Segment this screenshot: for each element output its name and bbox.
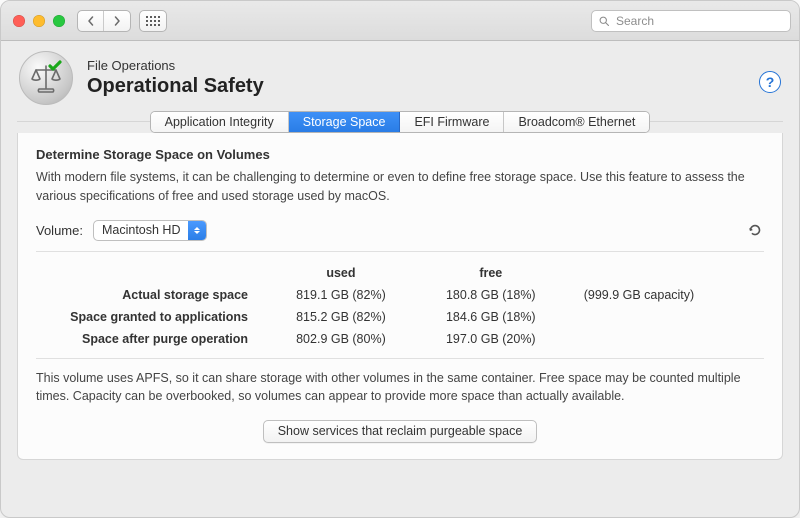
pane-titles: File Operations Operational Safety — [87, 58, 264, 98]
pane-subtitle: File Operations — [87, 58, 264, 73]
volume-selected: Macintosh HD — [94, 223, 189, 237]
volume-row: Volume: Macintosh HD — [36, 220, 764, 241]
help-button[interactable]: ? — [759, 71, 781, 93]
minimize-button[interactable] — [33, 15, 45, 27]
table-row: Space after purge operation 802.9 GB (80… — [36, 328, 764, 350]
tab-efi-firmware[interactable]: EFI Firmware — [400, 112, 504, 132]
row-free: 197.0 GB (20%) — [416, 328, 566, 350]
row-used: 802.9 GB (80%) — [266, 328, 416, 350]
grid-icon — [146, 16, 160, 26]
volume-label: Volume: — [36, 223, 83, 238]
tab-storage-space[interactable]: Storage Space — [289, 112, 401, 132]
chevron-right-icon — [112, 16, 122, 26]
separator — [36, 251, 764, 252]
forward-button[interactable] — [104, 11, 130, 31]
row-used: 819.1 GB (82%) — [266, 284, 416, 306]
tabs: Application Integrity Storage Space EFI … — [1, 111, 799, 133]
traffic-lights — [13, 15, 65, 27]
col-used-header: used — [266, 262, 416, 284]
volume-select[interactable]: Macintosh HD — [93, 220, 208, 241]
nav-back-forward — [77, 10, 131, 32]
show-purge-services-button[interactable]: Show services that reclaim purgeable spa… — [263, 420, 538, 443]
row-free: 180.8 GB (18%) — [416, 284, 566, 306]
button-label: Show services that reclaim purgeable spa… — [278, 424, 523, 438]
chevron-left-icon — [86, 16, 96, 26]
table-row: Space granted to applications 815.2 GB (… — [36, 306, 764, 328]
refresh-icon — [747, 222, 763, 238]
close-button[interactable] — [13, 15, 25, 27]
pane-header: File Operations Operational Safety ? — [1, 41, 799, 111]
content-panel: Determine Storage Space on Volumes With … — [17, 133, 783, 460]
search-icon — [598, 15, 610, 27]
table-row: Actual storage space 819.1 GB (82%) 180.… — [36, 284, 764, 306]
back-button[interactable] — [78, 11, 104, 31]
tab-label: Storage Space — [303, 115, 386, 129]
apfs-note: This volume uses APFS, so it can share s… — [36, 369, 764, 407]
section-description: With modern file systems, it can be chal… — [36, 168, 764, 206]
row-label: Space granted to applications — [36, 306, 266, 328]
row-capacity — [566, 306, 764, 328]
section-title: Determine Storage Space on Volumes — [36, 147, 764, 162]
tab-label: Application Integrity — [165, 115, 274, 129]
show-all-button[interactable] — [139, 10, 167, 32]
pane-title: Operational Safety — [87, 75, 264, 98]
scales-check-icon — [26, 58, 66, 98]
refresh-button[interactable] — [746, 221, 764, 239]
row-label: Actual storage space — [36, 284, 266, 306]
search-input[interactable] — [614, 13, 784, 29]
storage-table: used free Actual storage space 819.1 GB … — [36, 262, 764, 350]
col-free-header: free — [416, 262, 566, 284]
row-capacity — [566, 328, 764, 350]
window-toolbar — [1, 1, 799, 41]
pane-icon — [19, 51, 73, 105]
tab-application-integrity[interactable]: Application Integrity — [151, 112, 289, 132]
tab-label: Broadcom® Ethernet — [518, 115, 635, 129]
row-label: Space after purge operation — [36, 328, 266, 350]
row-used: 815.2 GB (82%) — [266, 306, 416, 328]
select-stepper-icon — [188, 220, 206, 241]
row-capacity: (999.9 GB capacity) — [566, 284, 764, 306]
tab-broadcom-ethernet[interactable]: Broadcom® Ethernet — [504, 112, 649, 132]
prefpane-window: File Operations Operational Safety ? App… — [0, 0, 800, 518]
tab-label: EFI Firmware — [414, 115, 489, 129]
search-field[interactable] — [591, 10, 791, 32]
help-icon: ? — [766, 74, 775, 90]
row-free: 184.6 GB (18%) — [416, 306, 566, 328]
zoom-button[interactable] — [53, 15, 65, 27]
separator — [36, 358, 764, 359]
